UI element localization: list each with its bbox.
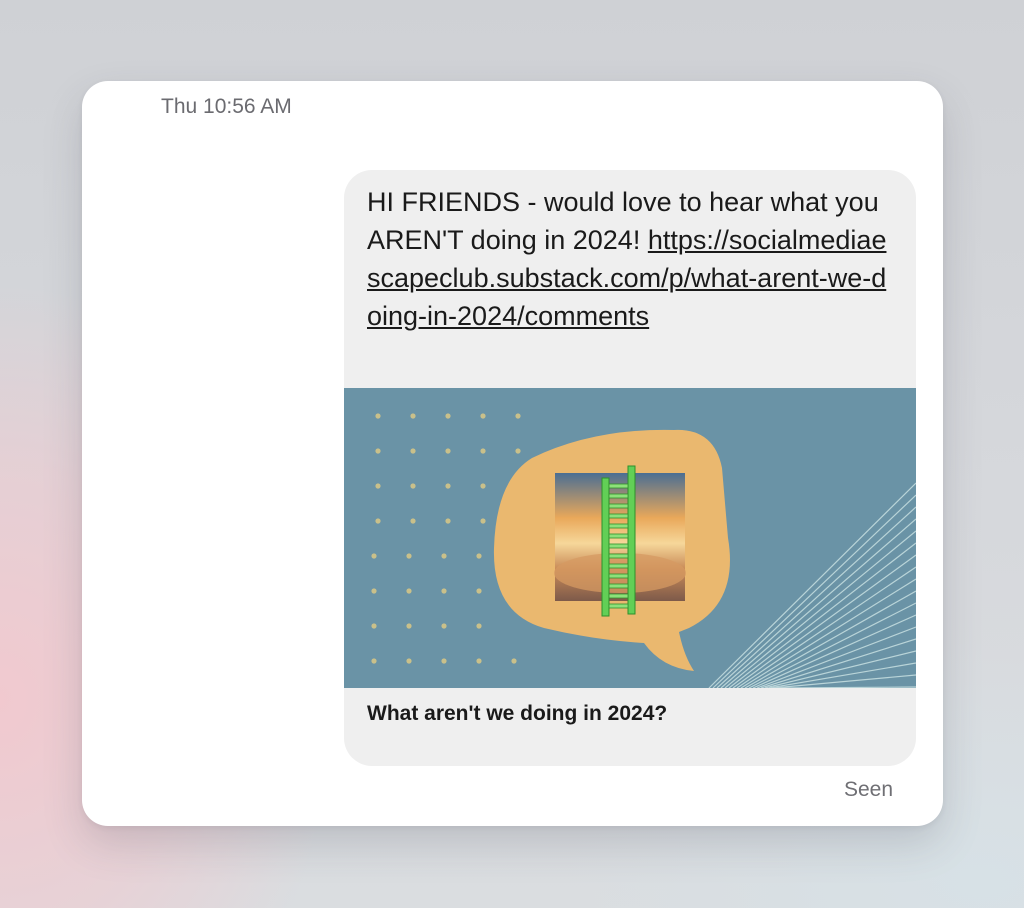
pattern-dot xyxy=(441,553,447,559)
ladder-rung xyxy=(608,553,629,559)
pattern-dot xyxy=(410,483,416,489)
pattern-dot xyxy=(375,518,381,524)
ladder-rung xyxy=(608,603,629,609)
ladder-rung xyxy=(608,543,629,549)
message-bubble[interactable]: HI FRIENDS - would love to hear what you… xyxy=(344,170,916,766)
ladder-rung xyxy=(608,483,629,489)
pattern-dot xyxy=(480,413,486,419)
pattern-dot xyxy=(515,413,521,419)
pattern-dot xyxy=(480,448,486,454)
pattern-dot xyxy=(441,588,447,594)
ladder-rung xyxy=(608,503,629,509)
link-preview-image[interactable] xyxy=(344,388,916,688)
ladder-rung xyxy=(608,523,629,529)
pattern-dot xyxy=(445,518,451,524)
pattern-dot xyxy=(515,448,521,454)
pattern-dot xyxy=(476,658,482,664)
pattern-dot xyxy=(476,588,482,594)
pattern-dot xyxy=(406,553,412,559)
pattern-dot xyxy=(375,483,381,489)
ladder-rung xyxy=(608,493,629,499)
pattern-dot xyxy=(375,448,381,454)
pattern-dot xyxy=(441,658,447,664)
ladder-rung xyxy=(608,583,629,589)
pattern-dot xyxy=(375,413,381,419)
pattern-dot xyxy=(371,588,377,594)
pattern-dot xyxy=(371,553,377,559)
ladder-rung xyxy=(608,563,629,569)
ladder-rung xyxy=(608,593,629,599)
pattern-dot xyxy=(406,658,412,664)
message-card: Thu 10:56 AM HI FRIENDS - would love to … xyxy=(82,81,943,826)
timestamp: Thu 10:56 AM xyxy=(161,95,292,118)
ladder-rung xyxy=(608,513,629,519)
pattern-dot xyxy=(511,658,517,664)
pattern-dot xyxy=(410,413,416,419)
message-body: HI FRIENDS - would love to hear what you… xyxy=(367,183,897,335)
pattern-dot xyxy=(480,518,486,524)
pattern-dot xyxy=(406,623,412,629)
pattern-dot xyxy=(441,623,447,629)
ladder-rung xyxy=(608,573,629,579)
pattern-dot xyxy=(476,623,482,629)
pattern-dot xyxy=(480,483,486,489)
pattern-dot xyxy=(406,588,412,594)
ladder-rung xyxy=(608,533,629,539)
pattern-dot xyxy=(445,483,451,489)
pattern-dot xyxy=(476,553,482,559)
seen-status: Seen xyxy=(843,778,893,801)
pattern-dot xyxy=(410,448,416,454)
pattern-dot xyxy=(410,518,416,524)
link-preview-title: What aren't we doing in 2024? xyxy=(367,702,668,725)
pattern-dot xyxy=(371,658,377,664)
pattern-dot xyxy=(445,448,451,454)
pattern-dot xyxy=(445,413,451,419)
pattern-dot xyxy=(371,623,377,629)
